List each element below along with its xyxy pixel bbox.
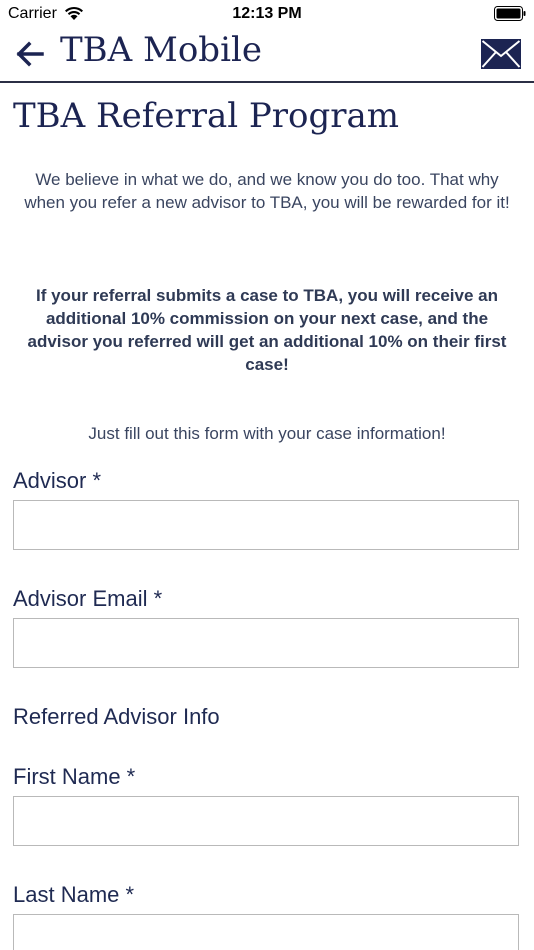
envelope-icon[interactable] xyxy=(481,39,521,69)
battery-icon xyxy=(494,6,526,21)
app-title: TBA Mobile xyxy=(60,30,262,70)
last-name-input[interactable] xyxy=(13,914,519,950)
reward-text: If your referral submits a case to TBA, … xyxy=(27,286,507,374)
clock: 12:13 PM xyxy=(232,5,302,22)
form-instructions: Just fill out this form with your case i… xyxy=(88,424,446,443)
last-name-label: Last Name * xyxy=(13,882,135,907)
advisor-label: Advisor * xyxy=(13,468,102,493)
page-title: TBA Referral Program xyxy=(13,96,400,136)
first-name-label: First Name * xyxy=(13,764,136,789)
referred-advisor-section-heading: Referred Advisor Info xyxy=(13,704,220,729)
first-name-input[interactable] xyxy=(13,796,519,846)
status-bar: Carrier 12:13 PM xyxy=(0,0,534,28)
advisor-input[interactable] xyxy=(13,500,519,550)
advisor-email-label: Advisor Email * xyxy=(13,586,163,611)
advisor-email-input[interactable] xyxy=(13,618,519,668)
arrow-left-icon[interactable] xyxy=(14,38,46,70)
intro-text: We believe in what we do, and we know yo… xyxy=(24,170,510,212)
navigation-bar: TBA Mobile xyxy=(0,28,534,83)
